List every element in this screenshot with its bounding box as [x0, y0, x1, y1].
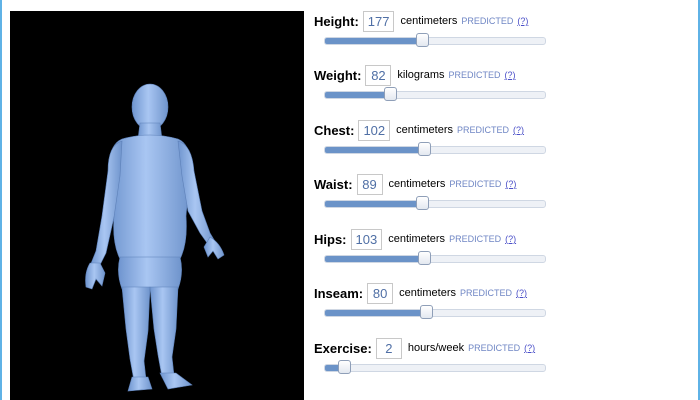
height-slider-track[interactable]: [324, 33, 546, 47]
height-unit: centimeters: [400, 15, 458, 27]
waist-unit: centimeters: [388, 178, 446, 190]
weight-unit: kilograms: [397, 69, 445, 81]
height-input[interactable]: 177: [362, 10, 395, 32]
body-model-figure[interactable]: [10, 11, 304, 400]
inseam-help-link[interactable]: (?): [516, 288, 527, 298]
hips-slider-track[interactable]: [324, 251, 546, 265]
inseam-unit: centimeters: [399, 287, 456, 299]
chest-help-link[interactable]: (?): [513, 125, 524, 135]
exercise-slider-thumb[interactable]: [337, 360, 351, 374]
weight-slider-fill: [325, 92, 390, 98]
weight-slider-thumb[interactable]: [383, 87, 397, 101]
window-border-left: [0, 0, 2, 400]
exercise-slider-track[interactable]: [324, 360, 546, 374]
waist-slider-track[interactable]: [324, 196, 546, 210]
weight-label: Weight:: [314, 67, 362, 83]
chest-label: Chest:: [314, 122, 355, 138]
waist-label: Waist:: [314, 176, 353, 192]
hips-slider-fill: [325, 256, 424, 262]
weight-help-link[interactable]: (?): [505, 70, 516, 80]
hips-label: Hips:: [314, 231, 347, 247]
chest-predicted-link[interactable]: PREDICTED: [457, 125, 509, 135]
weight-predicted-link[interactable]: PREDICTED: [449, 70, 501, 80]
waist-input[interactable]: 89: [356, 173, 383, 195]
inseam-slider-thumb[interactable]: [420, 305, 434, 319]
waist-slider-thumb[interactable]: [415, 196, 429, 210]
waist-predicted-link[interactable]: PREDICTED: [449, 179, 501, 189]
body-model-viewport[interactable]: [10, 11, 304, 400]
chest-input[interactable]: 102: [358, 119, 391, 141]
inseam-slider-track[interactable]: [324, 305, 546, 319]
waist-slider-fill: [325, 201, 422, 207]
hips-input[interactable]: 103: [350, 228, 383, 250]
height-predicted-link[interactable]: PREDICTED: [461, 16, 513, 26]
exercise-unit: hours/week: [407, 342, 465, 354]
inseam-slider-fill: [325, 310, 427, 316]
weight-slider-track[interactable]: [324, 87, 546, 101]
inseam-predicted-link[interactable]: PREDICTED: [460, 288, 512, 298]
height-help-link[interactable]: (?): [517, 16, 528, 26]
chest-slider-thumb[interactable]: [418, 142, 431, 156]
height-slider-thumb[interactable]: [415, 33, 429, 47]
hips-predicted-link[interactable]: PREDICTED: [449, 234, 501, 244]
chest-unit: centimeters: [396, 124, 454, 136]
hips-help-link[interactable]: (?): [505, 234, 516, 244]
chest-slider-track[interactable]: [324, 142, 546, 156]
weight-input[interactable]: 82: [365, 64, 392, 86]
hips-slider-thumb[interactable]: [418, 251, 431, 265]
exercise-label: Exercise:: [314, 340, 372, 356]
exercise-help-link[interactable]: (?): [524, 343, 535, 353]
chest-slider-fill: [325, 147, 424, 153]
inseam-input[interactable]: 80: [367, 282, 394, 304]
waist-help-link[interactable]: (?): [505, 179, 516, 189]
hips-unit: centimeters: [388, 233, 446, 245]
exercise-input[interactable]: 2: [375, 337, 402, 359]
exercise-predicted-link[interactable]: PREDICTED: [468, 343, 520, 353]
inseam-label: Inseam:: [314, 285, 364, 301]
height-slider-fill: [325, 38, 422, 44]
height-label: Height:: [314, 13, 359, 29]
